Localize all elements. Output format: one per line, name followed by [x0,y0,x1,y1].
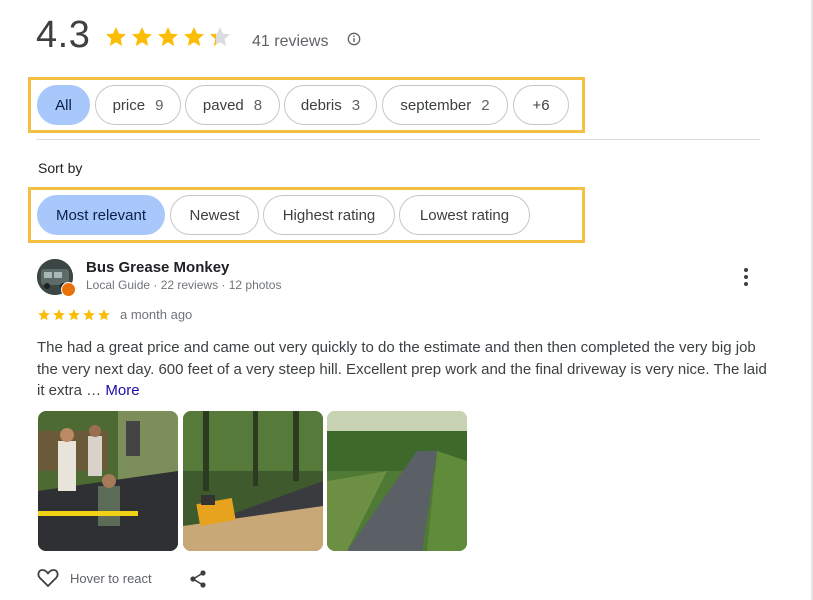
review-star-icon [53,309,65,321]
star-icon [210,27,230,46]
star-icon [184,27,204,46]
topic-chip-label: paved [202,96,244,114]
review-stars [37,308,111,322]
review-body: The had a great price and came out very … [37,339,767,399]
review-star-icon [98,309,110,321]
sort-chip-label: Highest rating [282,206,376,224]
review-text: The had a great price and came out very … [37,337,767,402]
react-label[interactable]: Hover to react [70,571,152,586]
average-rating: 4.3 [36,14,91,56]
review-star-icon [68,309,80,321]
sort-chip-newest[interactable]: Newest [170,195,259,235]
sort-chip-label: Newest [189,206,240,224]
topic-chip-label: debris [300,96,342,114]
section-divider [36,139,760,140]
info-icon[interactable] [347,32,361,46]
topic-chip--6[interactable]: +6 [513,85,569,125]
sort-chip-label: Lowest rating [419,206,510,224]
topic-chip-count: 3 [351,96,361,114]
rating-stars [104,25,232,49]
topic-chip-count: 9 [155,96,164,114]
share-icon[interactable] [188,569,208,589]
star-icon [132,27,152,46]
reviewer-name[interactable]: Bus Grease Monkey [86,259,229,276]
reviewer-meta[interactable]: Local Guide · 22 reviews · 12 photos [86,278,281,292]
topic-chip-label: price [112,96,146,114]
sort-chip-highest-rating[interactable]: Highest rating [263,195,395,235]
review-star-icon [83,309,95,321]
more-options-icon[interactable] [736,266,756,288]
star-icon [106,27,126,46]
heart-icon[interactable] [37,568,59,588]
topic-chip-count: 2 [481,96,490,114]
sort-chip-most-relevant[interactable]: Most relevant [37,195,165,235]
topic-chip-all[interactable]: All [37,85,90,125]
more-link[interactable]: More [105,382,139,399]
reviews-count[interactable]: 41 reviews [252,33,328,51]
topic-chip-label: +6 [532,96,550,114]
topic-chip-label: All [55,96,72,114]
review-photo-driveway[interactable] [327,411,467,551]
review-star-icon [38,309,50,321]
topic-chip-count: 8 [253,96,263,114]
review-date: a month ago [120,307,193,322]
topic-chip-debris[interactable]: debris 3 [284,85,377,125]
topic-chip-september[interactable]: september 2 [382,85,508,125]
local-guide-badge [61,282,76,297]
sort-chip-label: Most relevant [55,206,147,224]
review-photo-machine[interactable] [183,411,323,551]
topic-chip-paved[interactable]: paved 8 [185,85,280,125]
sort-by-label: Sort by [38,160,83,176]
sort-chip-lowest-rating[interactable]: Lowest rating [399,195,530,235]
topic-chip-price[interactable]: price 9 [95,85,181,125]
topic-chip-label: september [400,96,472,114]
review-photo-crew[interactable] [38,411,178,551]
star-icon [158,27,178,46]
